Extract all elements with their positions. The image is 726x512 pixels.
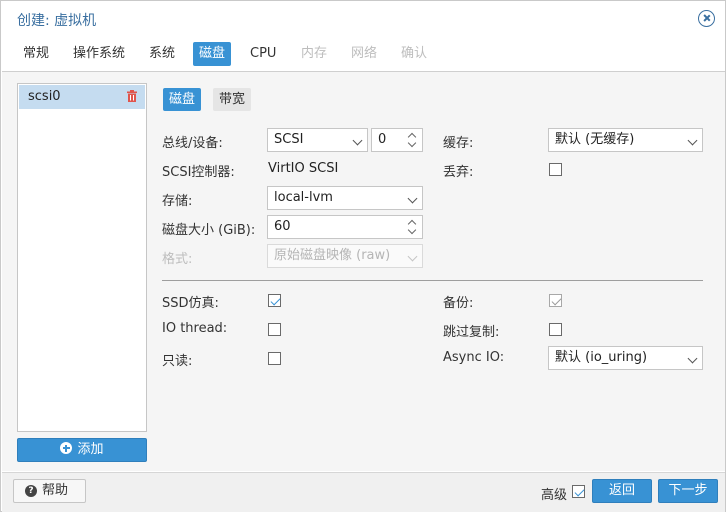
- chevron-down-icon: [687, 135, 698, 146]
- ssd-emulation-checkbox[interactable]: [268, 294, 281, 307]
- bus-device-label: 总线/设备:: [162, 136, 223, 151]
- dialog-titlebar: 创建: 虚拟机: [1, 1, 726, 37]
- cache-value: 默认 (无缓存): [555, 132, 635, 147]
- storage-select[interactable]: local-lvm: [267, 186, 423, 210]
- ssd-emulation-label: SSD仿真:: [162, 296, 219, 311]
- trash-icon[interactable]: [127, 90, 137, 102]
- disk-size-spinner[interactable]: 60: [267, 215, 423, 239]
- question-icon: ?: [25, 485, 37, 497]
- disk-list-item[interactable]: scsi0: [19, 85, 145, 109]
- add-label: 添加: [77, 442, 104, 457]
- plus-circle-icon: [60, 442, 73, 454]
- async-io-value: 默认 (io_uring): [555, 350, 648, 365]
- skip-replication-label: 跳过复制:: [443, 325, 500, 340]
- readonly-label: 只读:: [162, 354, 193, 369]
- tab-cpu[interactable]: CPU: [244, 42, 282, 66]
- iothread-label: IO thread:: [162, 321, 228, 336]
- spinner-icon[interactable]: [408, 219, 417, 235]
- chevron-down-icon: [687, 353, 698, 364]
- device-index-value: 0: [378, 132, 387, 147]
- cache-select[interactable]: 默认 (无缓存): [548, 128, 703, 152]
- format-select[interactable]: 原始磁盘映像 (raw): [267, 244, 423, 268]
- storage-value: local-lvm: [274, 190, 333, 205]
- disk-label: scsi0: [28, 89, 61, 104]
- subtab-disk[interactable]: 磁盘: [163, 88, 202, 111]
- tab-memory[interactable]: 内存: [295, 42, 333, 66]
- async-io-select[interactable]: 默认 (io_uring): [548, 346, 703, 370]
- tab-network[interactable]: 网络: [345, 42, 383, 66]
- chevron-down-icon: [407, 193, 418, 204]
- next-button[interactable]: 下一步: [658, 479, 718, 503]
- readonly-checkbox[interactable]: [268, 352, 281, 365]
- tab-general[interactable]: 常规: [17, 42, 55, 66]
- advanced-label: 高级: [541, 488, 568, 503]
- tab-disks[interactable]: 磁盘: [193, 42, 232, 66]
- iothread-checkbox[interactable]: [268, 323, 281, 336]
- format-value: 原始磁盘映像 (raw): [274, 248, 391, 263]
- chevron-down-icon: [352, 135, 363, 146]
- advanced-checkbox[interactable]: [572, 485, 585, 498]
- cache-label: 缓存:: [443, 136, 474, 151]
- create-vm-dialog: 创建: 虚拟机 常规 操作系统 系统 磁盘 CPU 内存 网络 确认 scsi0…: [0, 0, 726, 512]
- discard-label: 丢弃:: [443, 165, 474, 180]
- back-button[interactable]: 返回: [592, 479, 652, 503]
- disk-size-value: 60: [274, 219, 291, 234]
- tab-system[interactable]: 系统: [143, 42, 181, 66]
- storage-label: 存储:: [162, 194, 193, 209]
- disk-list: scsi0: [17, 83, 147, 432]
- subtab-bandwidth[interactable]: 带宽: [213, 88, 252, 111]
- add-disk-button[interactable]: 添加: [17, 438, 147, 462]
- tab-confirm[interactable]: 确认: [395, 42, 433, 66]
- spinner-icon[interactable]: [408, 132, 417, 148]
- help-button[interactable]: ? 帮助: [13, 479, 86, 503]
- disk-size-label: 磁盘大小 (GiB):: [162, 223, 256, 238]
- help-label: 帮助: [42, 483, 69, 498]
- format-label: 格式:: [162, 252, 193, 267]
- skip-replication-checkbox[interactable]: [549, 323, 562, 336]
- backup-label: 备份:: [443, 296, 474, 311]
- bus-value: SCSI: [274, 132, 304, 147]
- scsi-controller-value: VirtIO SCSI: [268, 161, 339, 176]
- backup-checkbox[interactable]: [549, 294, 562, 307]
- tab-os[interactable]: 操作系统: [67, 42, 131, 66]
- device-index-spinner[interactable]: 0: [371, 128, 423, 152]
- section-divider: [162, 280, 703, 281]
- discard-checkbox[interactable]: [549, 163, 562, 176]
- async-io-label: Async IO:: [443, 350, 505, 365]
- close-icon[interactable]: [698, 10, 715, 27]
- chevron-down-icon: [407, 251, 418, 262]
- dialog-title: 创建: 虚拟机: [17, 13, 97, 29]
- bus-select[interactable]: SCSI: [267, 128, 368, 152]
- scsi-controller-label: SCSI控制器:: [162, 165, 235, 180]
